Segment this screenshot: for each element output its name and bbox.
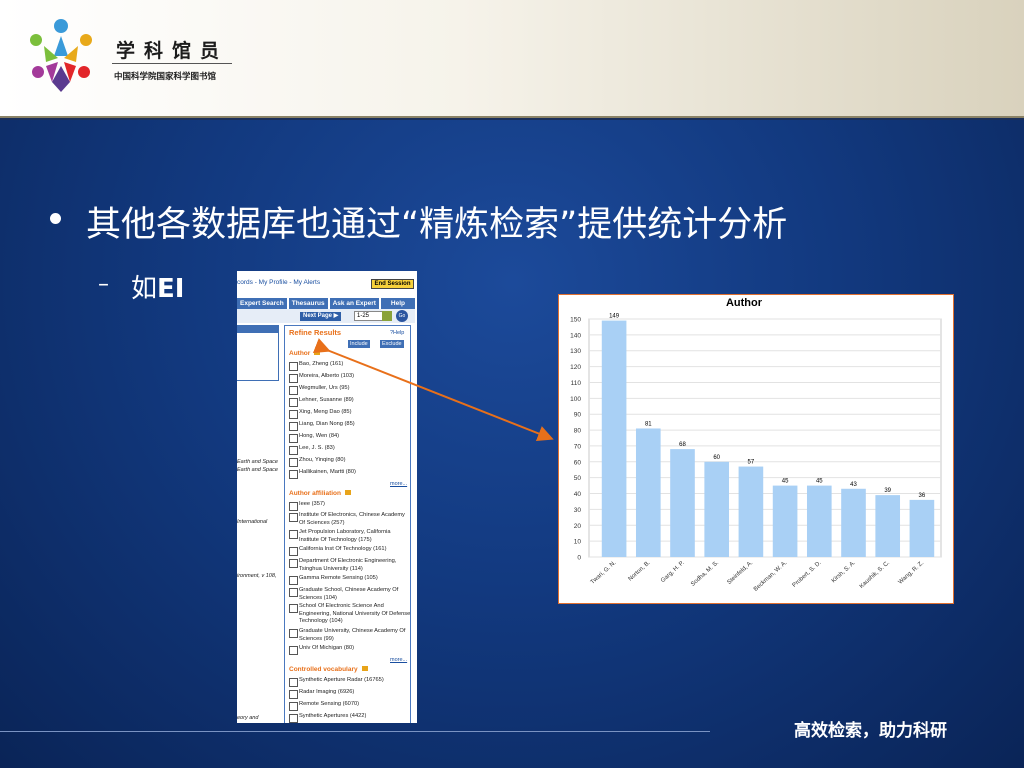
footer-slogan: 高效检索，助力科研	[794, 721, 947, 741]
arrow-connector	[312, 338, 554, 442]
footer-divider	[0, 731, 710, 732]
arrow-icon	[312, 338, 554, 442]
